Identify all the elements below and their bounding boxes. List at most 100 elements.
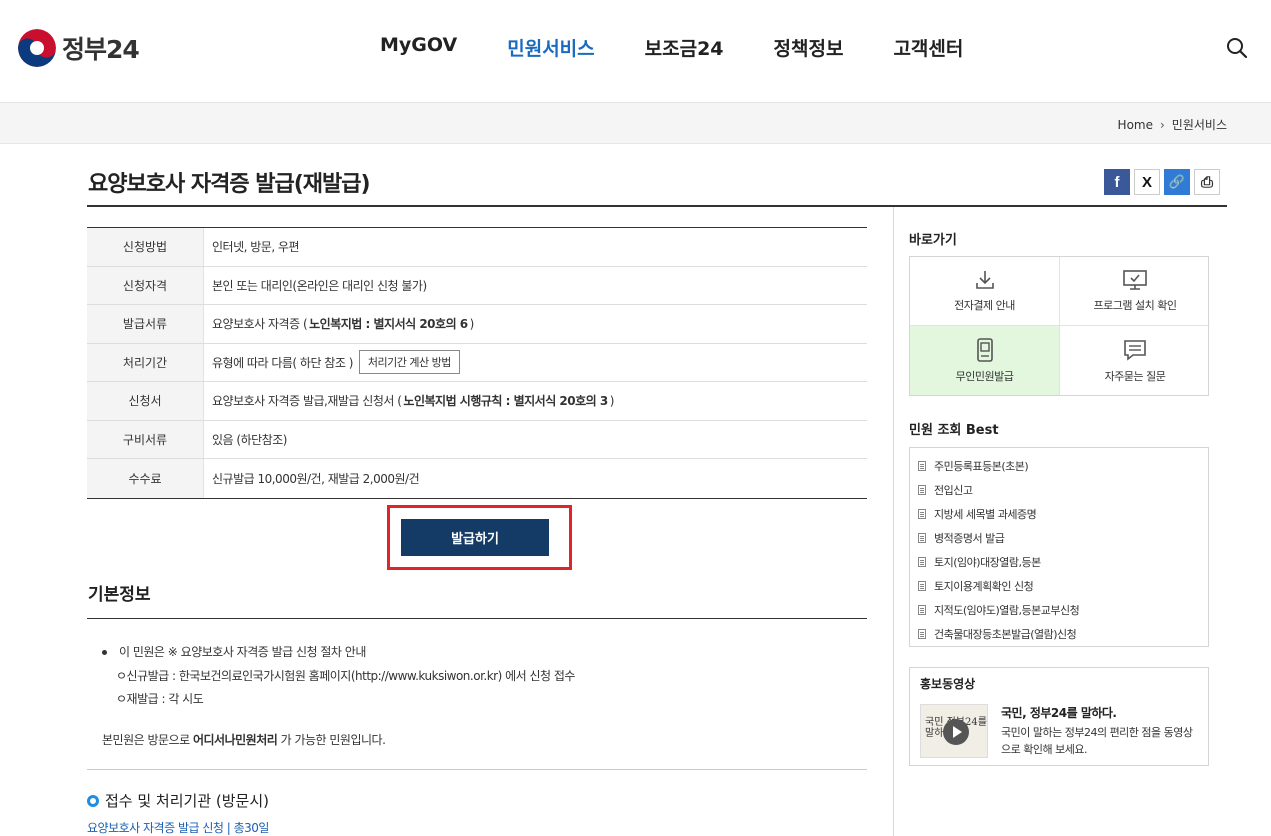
row-value: 인터넷, 방문, 우편: [212, 240, 300, 255]
row-value: 신규발급 10,000원/건, 재발급 2,000원/건: [212, 471, 420, 486]
nav-customer-center[interactable]: 고객센터: [893, 34, 963, 61]
org-link[interactable]: 요양보호사 자격증 발급 신청 | 총30일: [87, 819, 269, 836]
row-label: 신청서: [87, 382, 204, 420]
section-divider: [87, 618, 867, 619]
list-item-label: 병적증명서 발급: [934, 532, 1005, 545]
play-icon[interactable]: [943, 719, 969, 745]
list-item-label: 토지이용계획확인 신청: [934, 580, 1034, 593]
row-value: 요양보호사 자격증 (노인복지법 : 별지서식 20호의 6): [204, 315, 474, 332]
quick-link-e-payment[interactable]: 전자결제 안내: [910, 257, 1060, 326]
table-row: 신청서 요양보호사 자격증 발급,재발급 신청서 (노인복지법 시행규칙 : 별…: [87, 382, 867, 421]
breadcrumb-current[interactable]: 민원서비스: [1172, 116, 1227, 133]
row-value: 있음 (하단참조): [212, 432, 287, 447]
promo-video-thumbnail[interactable]: 국민 정부24를 말하다: [920, 704, 988, 758]
share-buttons: f X 🔗 ⎙: [1104, 169, 1220, 195]
row-label: 신청자격: [87, 266, 204, 304]
nav-policy-info[interactable]: 정책정보: [774, 34, 844, 61]
list-item[interactable]: 토지(임야)대장열람,등본: [910, 550, 1208, 574]
row-label: 발급서류: [87, 305, 204, 343]
nav-civil-service[interactable]: 민원서비스: [507, 34, 594, 61]
ring-bullet-icon: [87, 794, 99, 807]
visit-note: 본민원은 방문으로 어디서나민원처리 가 가능한 민원입니다.: [102, 731, 386, 748]
breadcrumb-bar: Home › 민원서비스: [0, 103, 1271, 144]
table-row: 처리기간 유형에 따라 다름( 하단 참조 ) 처리기간 계산 방법: [87, 343, 867, 382]
document-icon: [918, 485, 926, 495]
page-title: 요양보호사 자격증 발급(재발급): [88, 172, 371, 197]
list-item-label: 지적도(임야도)열람,등본교부신청: [934, 604, 1080, 617]
basic-info-bullet: 이 민원은 ※ 요양보호사 자격증 발급 신청 절차 안내: [102, 643, 366, 660]
list-item-label: 전입신고: [934, 484, 973, 497]
basic-info-reissue: ㅇ재발급 : 각 시도: [116, 692, 204, 706]
list-item[interactable]: 건축물대장등초본발급(열람)신청: [910, 622, 1208, 646]
nav-mygov[interactable]: MyGOV: [380, 34, 457, 61]
x-icon[interactable]: X: [1134, 169, 1160, 195]
quick-link-label: 프로그램 설치 확인: [1093, 299, 1177, 312]
quick-link-label: 무인민원발급: [955, 369, 1014, 383]
document-icon: [918, 461, 926, 471]
processing-time-calc-button[interactable]: 처리기간 계산 방법: [358, 350, 460, 375]
quick-links: 전자결제 안내 프로그램 설치 확인 무인민원발급 자주묻는 질문: [909, 256, 1210, 396]
title-divider: [87, 205, 1227, 207]
chevron-right-icon: ›: [1159, 117, 1165, 132]
breadcrumb-home[interactable]: Home: [1118, 118, 1153, 132]
list-item-label: 주민등록표등본(초본): [934, 460, 1029, 473]
row-value-text: 유형에 따라 다름( 하단 참조 ): [212, 355, 353, 370]
search-icon[interactable]: [1225, 36, 1249, 60]
column-divider: [893, 207, 894, 836]
table-row: 발급서류 요양보호사 자격증 (노인복지법 : 별지서식 20호의 6): [87, 305, 867, 344]
list-item[interactable]: 지적도(임야도)열람,등본교부신청: [910, 598, 1208, 622]
quick-link-program-check[interactable]: 프로그램 설치 확인: [1060, 257, 1210, 326]
apply-button[interactable]: 발급하기: [401, 519, 549, 556]
visit-note-suffix: 가 가능한 민원입니다.: [277, 733, 386, 747]
row-value-suffix: ): [609, 393, 615, 408]
header: 정부24 MyGOV 민원서비스 보조금24 정책정보 고객센터: [0, 0, 1271, 103]
row-value-text: 요양보호사 자격증 발급,재발급 신청서 (: [212, 394, 402, 409]
bullet-text: 이 민원은 ※ 요양보호사 자격증 발급 신청 절차 안내: [119, 645, 366, 659]
visit-note-prefix: 본민원은 방문으로: [102, 733, 193, 747]
list-item[interactable]: 주민등록표등본(초본): [910, 454, 1208, 478]
list-item-label: 토지(임야)대장열람,등본: [934, 556, 1041, 569]
quick-link-label: 전자결제 안내: [954, 299, 1015, 312]
link-icon[interactable]: 🔗: [1164, 169, 1190, 195]
list-item-label: 지방세 세목별 과세증명: [934, 508, 1037, 521]
section-divider: [87, 769, 867, 770]
row-value: 요양보호사 자격증 발급,재발급 신청서 (노인복지법 시행규칙 : 별지서식 …: [204, 392, 614, 409]
list-item[interactable]: 지방세 세목별 과세증명: [910, 502, 1208, 526]
basic-info-new-issue: ㅇ신규발급 : 한국보건의료인국가시험원 홈페이지(http://www.kuk…: [116, 669, 575, 683]
chat-icon: [1124, 339, 1146, 361]
table-row: 신청방법 인터넷, 방문, 우편: [87, 228, 867, 267]
row-value: 유형에 따라 다름( 하단 참조 ) 처리기간 계산 방법: [204, 350, 460, 375]
row-label: 구비서류: [87, 420, 204, 458]
quick-links-title: 바로가기: [909, 233, 957, 248]
print-icon[interactable]: ⎙: [1194, 169, 1220, 195]
table-row: 신청자격 본인 또는 대리인(온라인은 대리인 신청 불가): [87, 266, 867, 305]
basic-info-title: 기본정보: [88, 585, 151, 605]
table-row: 구비서류 있음 (하단참조): [87, 420, 867, 459]
promo-headline[interactable]: 국민, 정부24를 말하다.: [1001, 704, 1117, 721]
quick-link-faq[interactable]: 자주묻는 질문: [1060, 326, 1210, 395]
nav-subsidy24[interactable]: 보조금24: [645, 34, 724, 61]
bullet-dot: [102, 650, 107, 655]
document-icon: [918, 557, 926, 567]
logo[interactable]: 정부24: [18, 29, 140, 67]
row-value-bold: 노인복지법 : 별지서식 20호의 6: [309, 317, 468, 332]
main-nav: MyGOV 민원서비스 보조금24 정책정보 고객센터: [380, 34, 1013, 61]
kiosk-icon: [976, 337, 993, 362]
row-label: 신청방법: [87, 228, 204, 266]
list-item[interactable]: 토지이용계획확인 신청: [910, 574, 1208, 598]
logo-text: 정부24: [62, 35, 140, 64]
org-title: 접수 및 처리기관 (방문시): [87, 790, 269, 811]
info-table: 신청방법 인터넷, 방문, 우편 신청자격 본인 또는 대리인(온라인은 대리인…: [87, 227, 867, 499]
org-title-text: 접수 및 처리기관 (방문시): [105, 792, 270, 810]
quick-link-kiosk[interactable]: 무인민원발급: [910, 326, 1060, 395]
row-value-text: 요양보호사 자격증 (: [212, 317, 308, 332]
promo-video-box: 홍보동영상 국민 정부24를 말하다 국민, 정부24를 말하다. 국민이 말하…: [909, 667, 1209, 766]
promo-title: 홍보동영상: [920, 677, 976, 691]
document-icon: [918, 581, 926, 591]
list-item[interactable]: 전입신고: [910, 478, 1208, 502]
facebook-icon[interactable]: f: [1104, 169, 1130, 195]
visit-note-bold: 어디서나민원처리: [192, 733, 278, 747]
table-row: 수수료 신규발급 10,000원/건, 재발급 2,000원/건: [87, 459, 867, 498]
download-icon: [975, 271, 994, 289]
list-item[interactable]: 병적증명서 발급: [910, 526, 1208, 550]
